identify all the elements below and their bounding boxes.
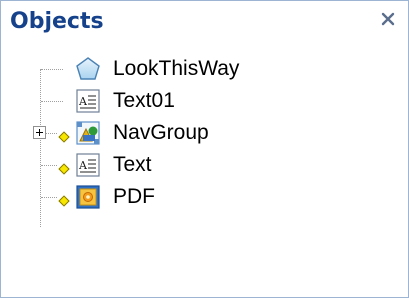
marker-diamond-icon (58, 163, 70, 175)
pentagon-icon (76, 57, 100, 80)
text-object-icon: A (76, 89, 100, 113)
pdf-object-icon (76, 185, 100, 209)
panel-title: Objects (10, 9, 104, 34)
tree-item-text01[interactable]: A Text01 (1, 85, 321, 117)
tree-branch-line (41, 69, 63, 70)
close-button[interactable] (376, 7, 400, 31)
tree-branch-line (41, 101, 63, 102)
tree-item-label: Text (113, 153, 152, 176)
tree-item-lookthisway[interactable]: LookThisWay (1, 53, 321, 85)
tree-branch-line (41, 197, 57, 198)
tree-item-navgroup[interactable]: NavGroup (1, 117, 321, 149)
expand-toggle-icon[interactable] (33, 126, 46, 139)
object-tree: LookThisWay A Text01 NavGroup A Text PDF (1, 41, 408, 297)
tree-item-label: NavGroup (113, 121, 209, 144)
group-icon (76, 121, 100, 145)
marker-diamond-icon (58, 131, 70, 143)
tree-branch-line (41, 165, 57, 166)
panel-header: Objects (1, 1, 408, 41)
objects-panel: Objects LookThisWay A Text01 NavGroup A … (0, 0, 409, 298)
tree-item-text[interactable]: A Text (1, 149, 321, 181)
text-object-icon: A (76, 153, 100, 177)
tree-item-label: PDF (113, 185, 155, 208)
close-icon (381, 12, 395, 26)
svg-text:A: A (78, 159, 88, 172)
svg-text:A: A (78, 95, 88, 108)
tree-item-label: Text01 (113, 89, 175, 112)
tree-item-label: LookThisWay (113, 57, 240, 80)
tree-item-pdf[interactable]: PDF (1, 181, 321, 213)
marker-diamond-icon (58, 195, 70, 207)
